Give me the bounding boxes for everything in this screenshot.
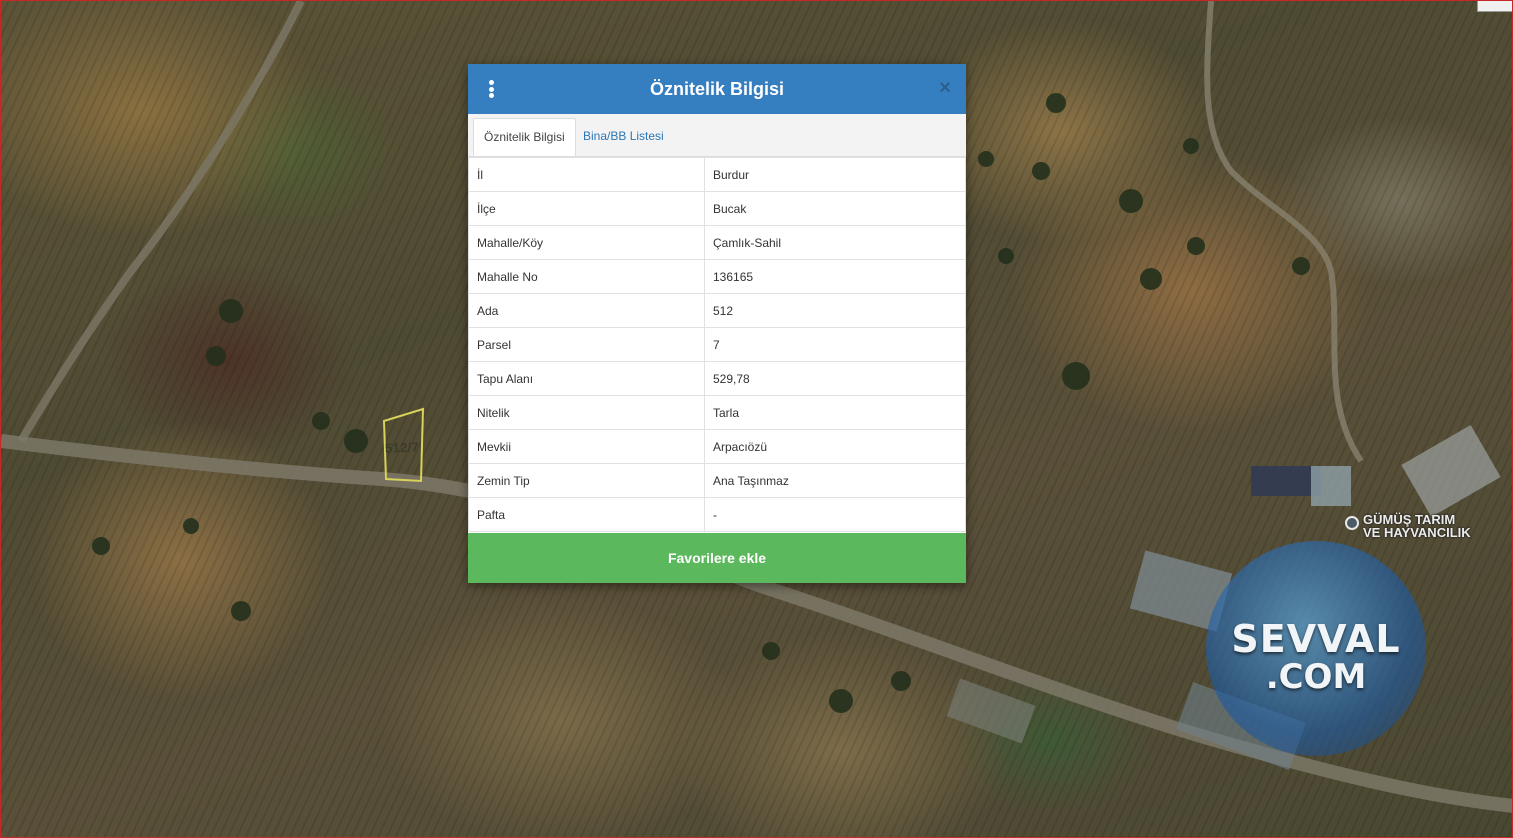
close-icon[interactable]: × <box>936 78 954 98</box>
row-value: Burdur <box>704 157 966 192</box>
tab-building-list[interactable]: Bina/BB Listesi <box>573 118 674 155</box>
dialog-title: Öznitelik Bilgisi <box>649 78 785 99</box>
map-corner-control[interactable] <box>1477 1 1512 12</box>
table-row: Mahalle/Köy Çamlık-Sahil <box>468 225 966 260</box>
parcel-label: 512/7 <box>384 439 420 456</box>
row-key: Zemin Tip <box>468 463 705 498</box>
poi-label-line2: VE HAYVANCILIK <box>1363 525 1471 540</box>
table-row: Zemin Tip Ana Taşınmaz <box>468 463 966 498</box>
row-key: Nitelik <box>468 395 705 430</box>
side-road-east <box>1204 1 1364 463</box>
row-key: Mahalle/Köy <box>468 225 705 260</box>
table-row: İlçe Bucak <box>468 191 966 226</box>
row-key: Tapu Alanı <box>468 361 705 396</box>
table-row: Pafta - <box>468 497 966 532</box>
row-value: - <box>704 497 966 532</box>
watermark-line1: SEVVAL <box>1231 617 1401 661</box>
table-row: Tapu Alanı 529,78 <box>468 361 966 396</box>
row-value: Çamlık-Sahil <box>704 225 966 260</box>
watermark-logo: SEVVAL .COM <box>1206 541 1426 756</box>
row-key: Pafta <box>468 497 705 532</box>
attribute-dialog: Öznitelik Bilgisi × Öznitelik Bilgisi Bi… <box>468 64 966 583</box>
table-row: Mevkii Arpacıözü <box>468 429 966 464</box>
poi-label: GÜMÜŞ TARIM VE HAYVANCILIK <box>1363 513 1471 539</box>
side-road-west <box>17 1 305 444</box>
row-value: Ana Taşınmaz <box>704 463 966 498</box>
row-key: Ada <box>468 293 705 328</box>
row-value: Bucak <box>704 191 966 226</box>
row-value: Arpacıözü <box>704 429 966 464</box>
table-row: İl Burdur <box>468 157 966 192</box>
location-pin-icon[interactable] <box>1345 516 1359 530</box>
add-to-favorites-button[interactable]: Favorilere ekle <box>468 533 966 583</box>
row-key: Parsel <box>468 327 705 362</box>
vertical-dots-icon[interactable] <box>487 80 495 98</box>
row-value: 136165 <box>704 259 966 294</box>
table-row: Nitelik Tarla <box>468 395 966 430</box>
table-row: Ada 512 <box>468 293 966 328</box>
row-key: İl <box>468 157 705 192</box>
table-row: Mahalle No 136165 <box>468 259 966 294</box>
row-value: 512 <box>704 293 966 328</box>
dialog-header: Öznitelik Bilgisi × <box>468 64 966 114</box>
row-value: Tarla <box>704 395 966 430</box>
row-value: 529,78 <box>704 361 966 396</box>
row-value: 7 <box>704 327 966 362</box>
dialog-tabs: Öznitelik Bilgisi Bina/BB Listesi <box>468 114 966 157</box>
poi-marker[interactable]: GÜMÜŞ TARIM VE HAYVANCILIK <box>1345 513 1471 539</box>
watermark-line2: .COM <box>1265 657 1367 697</box>
table-row: Parsel 7 <box>468 327 966 362</box>
row-key: Mevkii <box>468 429 705 464</box>
row-key: Mahalle No <box>468 259 705 294</box>
tab-attribute-info[interactable]: Öznitelik Bilgisi <box>473 118 576 156</box>
attribute-table: İl Burdur İlçe Bucak Mahalle/Köy Çamlık-… <box>468 157 966 532</box>
row-key: İlçe <box>468 191 705 226</box>
